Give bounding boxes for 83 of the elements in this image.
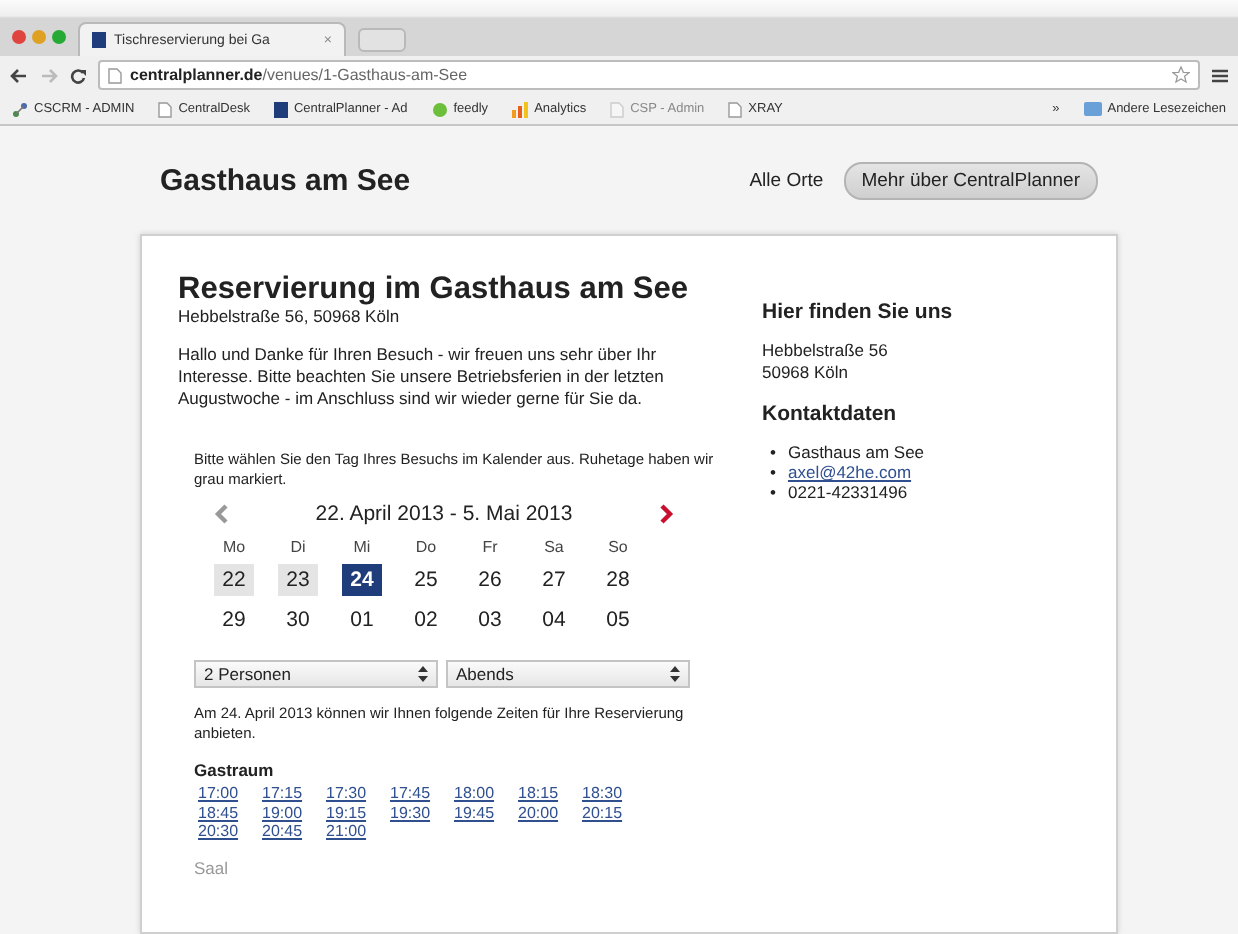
forward-icon[interactable] <box>40 67 58 83</box>
close-window-button[interactable] <box>12 29 26 43</box>
calendar-day[interactable]: 03 <box>470 604 510 636</box>
previous-icon[interactable] <box>214 504 228 524</box>
intro-text: Hallo und Danke für Ihren Besuch - wir freuen uns sehr über Ihr Interesse. Bitte beachten Sie unsere Betriebsferien in der letzten Augustwoche - im Anschluss sind wir wieder gerne für Sie da. <box>178 344 666 410</box>
time-link[interactable]: 19:45 <box>454 803 518 822</box>
weekday-label: Do <box>415 538 437 556</box>
weekday-label: Fr <box>482 538 498 556</box>
page-icon <box>158 101 173 117</box>
calendar-day[interactable]: 02 <box>406 604 446 636</box>
weekday-label: So <box>608 538 628 556</box>
folder-icon <box>1083 102 1102 116</box>
weekday-label: Di <box>290 538 306 556</box>
back-icon[interactable] <box>10 67 28 83</box>
time-link[interactable]: 21:00 <box>326 822 390 841</box>
time-link[interactable]: 19:00 <box>262 803 326 822</box>
room-heading: Gastraum <box>192 760 276 780</box>
email-link[interactable]: axel@42he.com <box>787 462 912 482</box>
calendar-day[interactable]: 26 <box>470 564 510 596</box>
time-link[interactable]: 20:15 <box>582 803 646 822</box>
time-link[interactable]: 18:30 <box>582 784 646 803</box>
square-icon <box>273 101 288 117</box>
calendar-day[interactable]: 04 <box>534 604 574 636</box>
room-heading: Saal <box>192 857 231 877</box>
time-link[interactable]: 19:30 <box>390 803 454 822</box>
bar-chart-icon <box>512 101 529 117</box>
time-link[interactable]: 20:00 <box>518 803 582 822</box>
dropdown[interactable]: 2 Personen <box>194 660 438 688</box>
bullet: • <box>770 482 776 502</box>
time-link[interactable]: 18:15 <box>518 784 582 803</box>
calendar-day[interactable]: 29 <box>214 604 254 636</box>
bullet: • <box>770 442 776 462</box>
calendar-day[interactable]: 27 <box>534 564 574 596</box>
time-link[interactable]: 19:15 <box>326 803 390 822</box>
page-icon <box>108 67 122 83</box>
minimize-window-button[interactable] <box>32 29 46 43</box>
contact-item: 0221-42331496 <box>787 482 908 502</box>
page-heading: Reservierung im Gasthaus am See <box>178 272 691 306</box>
calendar-day[interactable]: 05 <box>598 604 638 636</box>
new-tab-button[interactable] <box>358 28 406 52</box>
network-icon <box>12 101 28 117</box>
dropdown[interactable]: Abends <box>446 660 690 688</box>
leaf-icon <box>431 101 448 117</box>
reload-icon[interactable] <box>70 67 86 83</box>
calendar-day[interactable]: 22 <box>214 564 254 596</box>
time-link[interactable]: 20:45 <box>262 822 326 841</box>
time-link[interactable]: 20:30 <box>198 822 262 841</box>
page-icon <box>610 101 625 117</box>
time-link[interactable]: 17:15 <box>262 784 326 803</box>
page-icon <box>728 101 743 117</box>
date-range: 22. April 2013 - 5. Mai 2013 <box>315 502 573 526</box>
calendar-day[interactable]: 23 <box>278 564 318 596</box>
contact-item: Gasthaus am See <box>787 442 925 462</box>
weekday-label: Sa <box>544 538 564 556</box>
nav-link[interactable]: Alle Orte <box>749 169 824 191</box>
bullet: • <box>770 462 776 482</box>
address-line: 50968 Köln <box>762 362 851 384</box>
favicon-icon <box>92 32 106 48</box>
time-link[interactable]: 18:00 <box>454 784 518 803</box>
calendar-day[interactable]: 01 <box>342 604 382 636</box>
next-icon[interactable] <box>659 504 674 524</box>
address-line: Hebbelstraße 56 <box>762 340 890 362</box>
updown-arrows-icon <box>418 666 428 682</box>
weekday-label: Mi <box>353 538 371 556</box>
weekday-label: Mo <box>222 538 246 556</box>
site-title: Gasthaus am See <box>160 163 413 197</box>
time-link[interactable]: 17:45 <box>390 784 454 803</box>
section-heading: Hier finden Sie uns <box>762 300 955 324</box>
time-link[interactable]: 18:45 <box>198 803 262 822</box>
calendar-day[interactable]: 24 <box>342 564 382 596</box>
time-link[interactable]: 17:30 <box>326 784 390 803</box>
nav-button[interactable]: Mehr über CentralPlanner <box>843 161 1098 199</box>
calendar-day[interactable]: 28 <box>598 564 638 596</box>
star-icon[interactable] <box>1172 66 1190 84</box>
time-link[interactable]: 17:00 <box>198 784 262 803</box>
calendar-day[interactable]: 25 <box>406 564 446 596</box>
venue-address: Hebbelstraße 56, 50968 Köln <box>178 306 402 328</box>
menu-icon[interactable] <box>1212 67 1228 83</box>
section-heading: Kontaktdaten <box>762 402 899 426</box>
address-bar[interactable]: centralplanner.de/venues/1-Gasthaus-am-See <box>98 60 1200 90</box>
updown-arrows-icon <box>670 666 680 682</box>
zoom-window-button[interactable] <box>52 29 66 43</box>
calendar-day[interactable]: 30 <box>278 604 318 636</box>
